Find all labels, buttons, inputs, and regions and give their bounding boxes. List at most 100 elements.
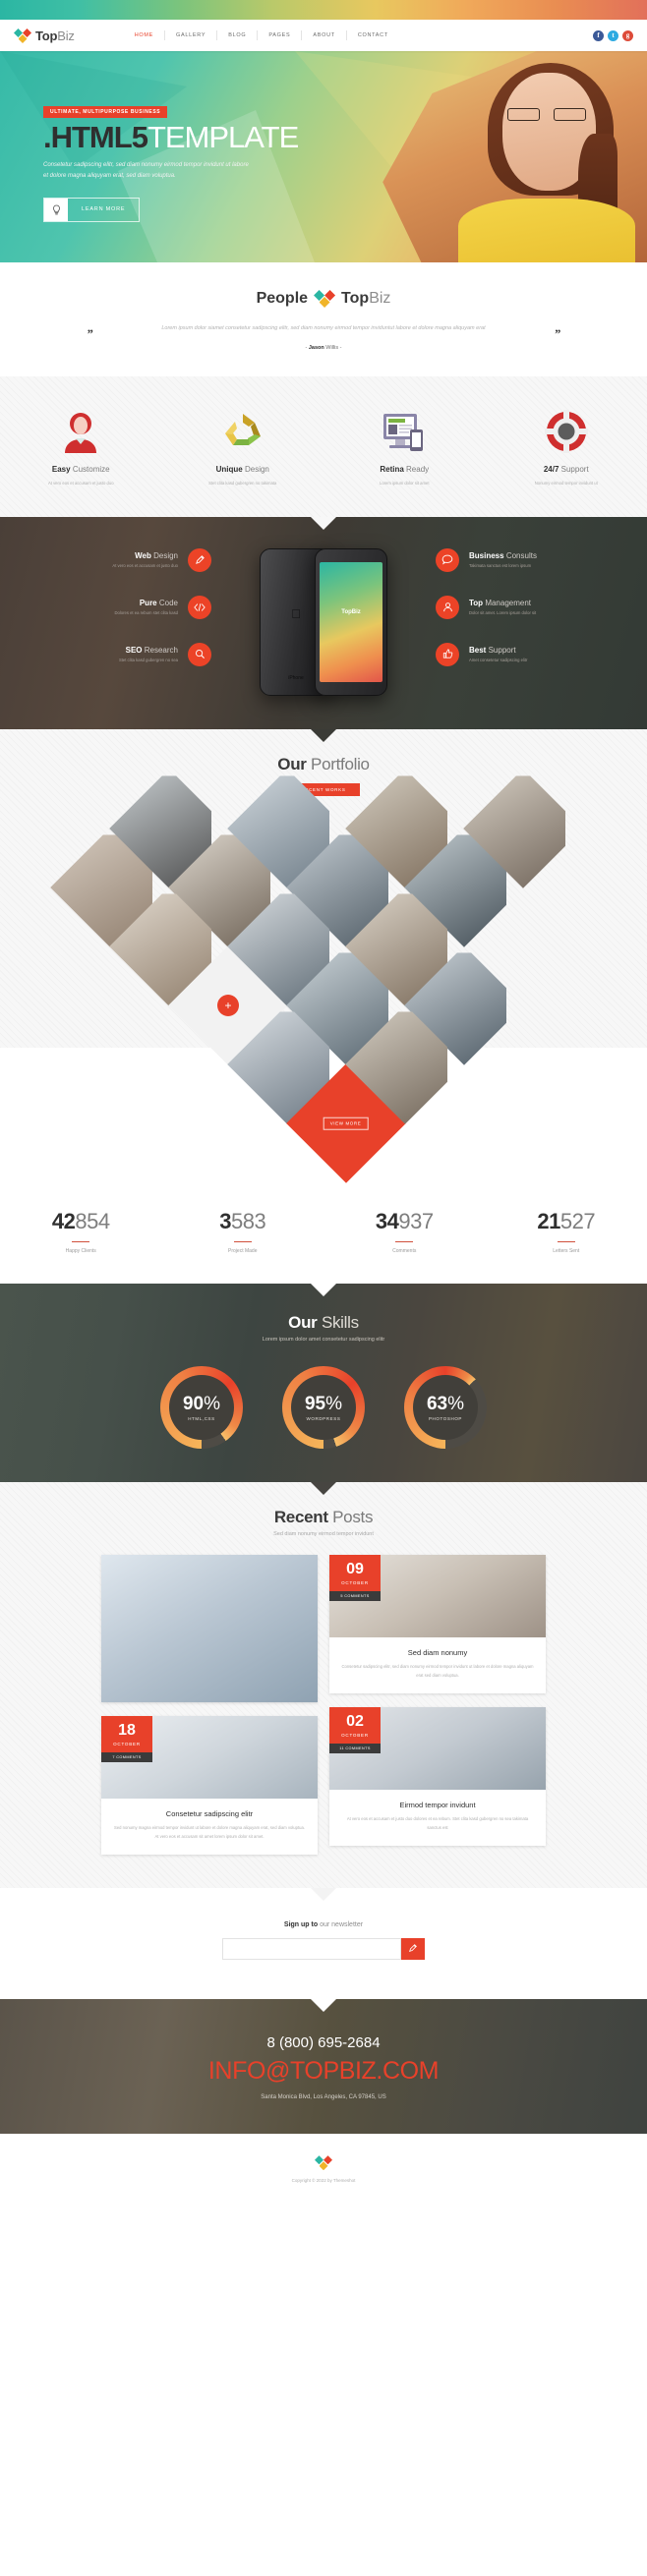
pencil-icon <box>188 547 211 572</box>
thumbs-up-icon <box>436 642 459 666</box>
counter-letters-sent: 21527 Letters Sent <box>486 1209 647 1255</box>
iphone-front: TopBiz <box>315 547 387 696</box>
service-desc: Dolores et ea rebum stet clita kasd <box>114 610 178 616</box>
post-title[interactable]: Eirmod tempor invidunt <box>341 1801 534 1809</box>
contact-address: Santa Monica Blvd, Los Angeles, CA 97845… <box>261 2094 386 2101</box>
service-desc: Dolor sit amet. Lorem ipsum dolor sit <box>469 610 537 616</box>
nav-item-home[interactable]: HOME <box>124 30 166 40</box>
counter-value: 42854 <box>51 1208 110 1233</box>
post-card-featured[interactable] <box>101 1555 318 1703</box>
skills-subtitle: Lorem ipsum dolor amet consetetur sadips… <box>262 1337 385 1344</box>
feature-text: Nonumy eirmod tempor invidunt ut <box>534 480 598 486</box>
counter-project-made: 3583 Project Made <box>162 1209 324 1255</box>
site-header: TopBiz HOME GALLERY BLOG PAGES ABOUT CON… <box>0 20 647 51</box>
facebook-icon[interactable]: f <box>593 29 604 41</box>
post-comments: 5 COMMENTS <box>329 1591 381 1602</box>
hero-banner: ULTIMATE, MULTIPURPOSE BUSINESS .HTML5TE… <box>0 51 647 262</box>
lightbulb-icon <box>44 198 68 221</box>
google-plus-icon[interactable]: g <box>622 29 633 41</box>
hero-subtitle: Consetetur sadipscing elitr, sed diam no… <box>43 161 249 179</box>
service-seo-research[interactable]: SEO Research Stet clita kasd gubergren n… <box>26 642 211 666</box>
posts-heading: Recent Posts <box>273 1508 374 1527</box>
post-date-badge: 09 OCTOBER 5 COMMENTS <box>329 1555 381 1602</box>
section-notch <box>311 1999 336 2013</box>
contact-email[interactable]: INFO@TOPBIZ.COM <box>0 2057 647 2086</box>
service-title: Top Management <box>469 599 532 608</box>
service-top-management[interactable]: Top Management Dolor sit amet. Lorem ips… <box>436 595 621 619</box>
service-desc: At vero eos et accusam et justo duo <box>112 563 178 569</box>
skill-ring-wordpress: 95% WORDPRESS <box>282 1366 365 1450</box>
service-business-consults[interactable]: Business Consults Takimata sanctus est l… <box>436 547 621 572</box>
nav-item-pages[interactable]: PAGES <box>258 30 303 40</box>
post-card-02-october[interactable]: 02 OCTOBER 11 COMMENTS Eirmod tempor inv… <box>329 1707 546 1847</box>
service-desc: Takimata sanctus est lorem ipsum <box>469 563 532 569</box>
lifebuoy-icon <box>496 404 638 453</box>
main-nav: HOME GALLERY BLOG PAGES ABOUT CONTACT <box>124 30 399 40</box>
services-right-column: Business Consults Takimata sanctus est l… <box>436 547 647 690</box>
nav-item-contact[interactable]: CONTACT <box>347 30 399 40</box>
service-pure-code[interactable]: Pure Code Dolores et ea rebum stet clita… <box>26 595 211 619</box>
post-comments: 11 COMMENTS <box>329 1744 381 1754</box>
feature-text: Lorem ipsum dolor sit amet <box>379 480 430 486</box>
post-month: OCTOBER <box>113 1742 141 1747</box>
topbiz-diamond-logo-icon <box>314 288 336 310</box>
counter-label: Letters Sent <box>553 1248 580 1255</box>
nav-item-gallery[interactable]: GALLERY <box>165 30 218 40</box>
logo[interactable]: TopBiz <box>14 27 75 44</box>
service-desc: Stet clita kasd gubergren no sea <box>118 658 178 663</box>
post-card-18-october[interactable]: 18 OCTOBER 7 COMMENTS Consetetur sadipsc… <box>101 1716 318 1856</box>
section-notch <box>311 1888 336 1902</box>
nav-item-about[interactable]: ABOUT <box>302 30 347 40</box>
post-comments: 7 COMMENTS <box>101 1752 152 1763</box>
topbiz-diamond-logo-icon <box>315 2153 332 2171</box>
hero-badge: ULTIMATE, MULTIPURPOSE BUSINESS <box>43 106 168 118</box>
newsletter-submit-button[interactable] <box>401 1938 425 1961</box>
testimonial-section: People TopBiz ” Lorem ipsum dolor siamet… <box>0 262 647 376</box>
post-month: OCTOBER <box>341 1733 369 1739</box>
post-date-badge: 02 OCTOBER 11 COMMENTS <box>329 1707 381 1754</box>
skill-ring-htmlcss: 90% HTML,CSS <box>160 1366 243 1450</box>
post-day: 18 <box>118 1722 136 1740</box>
magnifier-icon <box>188 642 211 666</box>
portfolio-section: Our Portfolio RECENT WORKS + VIEW MORE <box>0 728 647 1183</box>
post-day: 09 <box>346 1561 364 1578</box>
person-icon <box>436 595 459 619</box>
social-links: f t g <box>593 29 633 41</box>
feature-retina-ready: Retina Ready Lorem ipsum dolor sit amet <box>324 404 486 487</box>
feature-title: Unique Design <box>215 464 269 474</box>
post-thumbnail <box>101 1555 318 1703</box>
contact-section: 8 (800) 695-2684 INFO@TOPBIZ.COM Santa M… <box>0 1999 647 2135</box>
service-desc: Amet consetetur sadipscing elitr <box>469 658 528 663</box>
nav-item-blog[interactable]: BLOG <box>217 30 259 40</box>
counter-underline <box>395 1240 414 1243</box>
service-title: Best Support <box>469 646 516 656</box>
service-best-support[interactable]: Best Support Amet consetetur sadipscing … <box>436 642 621 666</box>
portfolio-heading: Our Portfolio <box>277 754 370 773</box>
feature-title: Retina Ready <box>380 464 430 474</box>
counter-label: Happy Clients <box>65 1248 96 1255</box>
testimonial-author: - Jason Willis - <box>305 344 342 351</box>
counter-value: 34937 <box>375 1208 434 1233</box>
service-web-design[interactable]: Web Design At vero eos et accusam et jus… <box>26 547 211 572</box>
topbiz-diamond-logo-icon <box>14 27 31 44</box>
chat-bubble-icon <box>436 547 459 572</box>
posts-subtitle: Sed diam nonumy eirmod tempor invidunt <box>273 1531 374 1538</box>
skill-name: PHOTOSHOP <box>428 1416 463 1422</box>
post-card-09-october[interactable]: 09 OCTOBER 5 COMMENTS Sed diam nonumy Co… <box>329 1555 546 1694</box>
post-title[interactable]: Sed diam nonumy <box>341 1648 534 1657</box>
skills-section: Our Skills Lorem ipsum dolor amet conset… <box>0 1284 647 1483</box>
logo-text: TopBiz <box>35 28 75 43</box>
skill-percent: 95% <box>304 1394 343 1415</box>
counter-underline <box>233 1240 252 1243</box>
post-excerpt: Consetetur sadipscing elitr, sed diam no… <box>341 1664 534 1678</box>
twitter-icon[interactable]: t <box>608 29 618 41</box>
learn-more-button[interactable]: LEARN MORE <box>43 197 141 222</box>
newsletter-email-input[interactable] <box>222 1938 401 1961</box>
counter-underline <box>72 1240 90 1243</box>
contact-phone[interactable]: 8 (800) 695-2684 <box>0 2034 647 2051</box>
counter-value: 3583 <box>219 1208 266 1233</box>
page-root: TopBiz HOME GALLERY BLOG PAGES ABOUT CON… <box>0 0 647 2205</box>
post-title[interactable]: Consetetur sadipscing elitr <box>113 1809 306 1818</box>
services-section: Web Design At vero eos et accusam et jus… <box>0 516 647 729</box>
skill-percent: 90% <box>182 1394 221 1415</box>
